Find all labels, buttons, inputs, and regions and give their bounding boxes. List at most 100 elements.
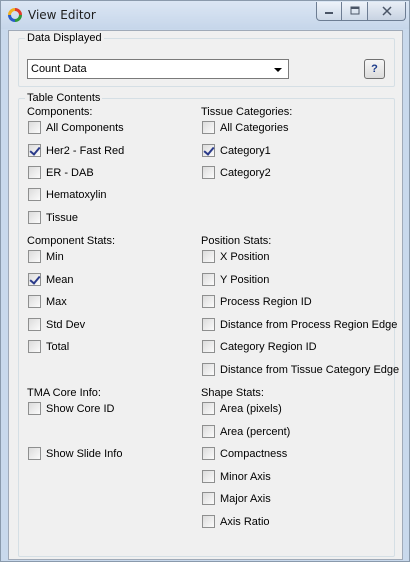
checkbox-label: Distance from Process Region Edge <box>220 318 398 331</box>
checkbox-box <box>28 318 41 331</box>
checkbox-all-components[interactable]: All Components <box>28 121 124 134</box>
component-stats-heading: Component Stats: <box>27 235 116 247</box>
checkbox-box <box>202 447 215 460</box>
checkbox-her2-fast-red[interactable]: Her2 - Fast Red <box>28 144 124 157</box>
data-displayed-select[interactable]: Count Data <box>27 59 289 79</box>
checkbox-distance-tissue-category-edge[interactable]: Distance from Tissue Category Edge <box>202 363 399 376</box>
title-bar[interactable]: View Editor <box>1 1 409 29</box>
checkbox-label: Area (percent) <box>220 425 291 438</box>
table-contents-title: Table Contents <box>25 92 103 104</box>
checkbox-box <box>28 166 41 179</box>
checkbox-label: Area (pixels) <box>220 402 282 415</box>
maximize-icon <box>350 6 359 15</box>
checkbox-box <box>202 340 215 353</box>
checkbox-box <box>28 188 41 201</box>
checkbox-box <box>202 121 215 134</box>
data-displayed-value: Count Data <box>31 63 87 75</box>
checkbox-show-slide-info[interactable]: Show Slide Info <box>28 447 122 460</box>
checkbox-category-region-id[interactable]: Category Region ID <box>202 340 317 353</box>
checkbox-category1[interactable]: Category1 <box>202 144 271 157</box>
checkbox-label: Show Slide Info <box>46 447 123 460</box>
checkbox-show-core-id[interactable]: Show Core ID <box>28 402 114 415</box>
checkbox-label: Process Region ID <box>220 295 312 308</box>
checkbox-label: Max <box>46 295 67 308</box>
checkbox-mean[interactable]: Mean <box>28 273 74 286</box>
app-logo-icon <box>8 8 22 22</box>
help-label: ? <box>371 63 378 75</box>
close-button[interactable] <box>368 2 406 21</box>
checkbox-major-axis[interactable]: Major Axis <box>202 492 271 505</box>
checkbox-distance-process-region-edge[interactable]: Distance from Process Region Edge <box>202 318 397 331</box>
checkbox-label: X Position <box>220 250 270 263</box>
checkbox-er-dab[interactable]: ER - DAB <box>28 166 94 179</box>
shape-stats-heading: Shape Stats: <box>201 387 264 399</box>
checkbox-label: Compactness <box>220 447 288 460</box>
checkbox-std-dev[interactable]: Std Dev <box>28 318 85 331</box>
checkbox-box <box>28 250 41 263</box>
checkbox-y-position[interactable]: Y Position <box>202 273 269 286</box>
checkbox-box <box>202 515 215 528</box>
checkbox-total[interactable]: Total <box>28 340 69 353</box>
checkbox-label: Distance from Tissue Category Edge <box>220 363 400 376</box>
checkbox-label: Category2 <box>220 166 271 179</box>
checkbox-label: All Components <box>46 121 124 134</box>
checkbox-label: Show Core ID <box>46 402 115 415</box>
checkbox-box <box>202 470 215 483</box>
checkbox-label: Major Axis <box>220 492 271 505</box>
checkbox-box <box>202 166 215 179</box>
checkbox-label: Category1 <box>220 144 271 157</box>
checkbox-box <box>28 402 41 415</box>
checkbox-label: All Categories <box>220 121 289 134</box>
checkbox-label: Std Dev <box>46 318 86 331</box>
checkbox-label: Minor Axis <box>220 470 271 483</box>
checkbox-tissue[interactable]: Tissue <box>28 211 78 224</box>
checkbox-box <box>202 295 215 308</box>
checkbox-label: Her2 - Fast Red <box>46 144 125 157</box>
checkbox-all-categories[interactable]: All Categories <box>202 121 288 134</box>
window-title: View Editor <box>28 8 96 22</box>
checkbox-box <box>202 318 215 331</box>
tissue-categories-heading: Tissue Categories: <box>201 106 293 118</box>
checkbox-label: ER - DAB <box>46 166 94 179</box>
checkbox-label: Min <box>46 250 64 263</box>
checkbox-box <box>202 425 215 438</box>
checkbox-category2[interactable]: Category2 <box>202 166 271 179</box>
minimize-button[interactable] <box>316 2 342 21</box>
checkbox-label: Total <box>46 340 70 353</box>
view-editor-window: View Editor Data Displayed Count Data ? … <box>0 0 410 562</box>
checkbox-label: Axis Ratio <box>220 515 270 528</box>
data-displayed-title: Data Displayed <box>25 32 104 44</box>
tma-core-info-heading: TMA Core Info: <box>27 387 101 399</box>
checkbox-label: Hematoxylin <box>46 188 107 201</box>
checkbox-box <box>202 144 215 157</box>
checkbox-x-position[interactable]: X Position <box>202 250 270 263</box>
checkbox-box <box>202 402 215 415</box>
checkbox-process-region-id[interactable]: Process Region ID <box>202 295 312 308</box>
checkbox-min[interactable]: Min <box>28 250 64 263</box>
checkbox-box <box>202 363 215 376</box>
checkbox-minor-axis[interactable]: Minor Axis <box>202 470 271 483</box>
minimize-icon <box>325 12 333 14</box>
maximize-button[interactable] <box>342 2 368 21</box>
checkbox-max[interactable]: Max <box>28 295 67 308</box>
checkbox-label: Y Position <box>220 273 270 286</box>
checkbox-box <box>28 121 41 134</box>
checkbox-area-percent[interactable]: Area (percent) <box>202 425 290 438</box>
checkbox-box <box>28 340 41 353</box>
checkbox-area-pixels[interactable]: Area (pixels) <box>202 402 282 415</box>
checkbox-label: Tissue <box>46 211 78 224</box>
help-button[interactable]: ? <box>364 59 385 79</box>
checkbox-box <box>202 250 215 263</box>
checkbox-box <box>28 144 41 157</box>
checkbox-box <box>28 295 41 308</box>
dialog-body: Data Displayed Count Data ? Table Conten… <box>8 30 403 560</box>
checkbox-box <box>28 273 41 286</box>
checkbox-label: Category Region ID <box>220 340 317 353</box>
checkbox-axis-ratio[interactable]: Axis Ratio <box>202 515 270 528</box>
checkbox-hematoxylin[interactable]: Hematoxylin <box>28 188 107 201</box>
checkbox-label: Mean <box>46 273 74 286</box>
checkbox-box <box>202 492 215 505</box>
checkbox-box <box>28 447 41 460</box>
checkbox-box <box>202 273 215 286</box>
checkbox-compactness[interactable]: Compactness <box>202 447 287 460</box>
